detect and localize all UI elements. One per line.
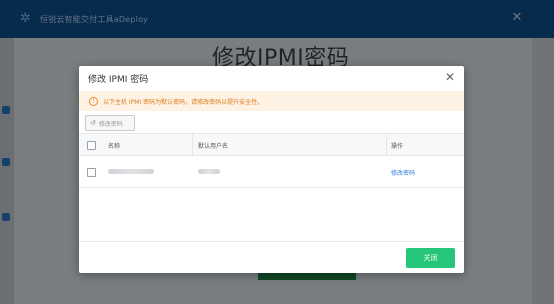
row-checkbox[interactable] <box>87 168 96 177</box>
dialog-header: 修改 IPMI 密码 ✕ <box>79 66 464 90</box>
username-redacted <box>198 169 220 174</box>
modify-ipmi-password-dialog: 修改 IPMI 密码 ✕ ! 以下主机 IPMI 密码为默认密码，请修改密码以提… <box>79 66 464 273</box>
modify-password-link[interactable]: 修改密码 <box>391 168 415 177</box>
host-name-redacted <box>108 169 154 174</box>
column-divider <box>192 134 193 155</box>
column-header-action: 操作 <box>391 143 404 150</box>
hosts-table: 名称 默认用户名 操作 修改密码 <box>79 133 464 188</box>
column-divider <box>386 134 387 155</box>
info-icon: ! <box>89 96 98 106</box>
table-header: 名称 默认用户名 操作 <box>79 133 464 156</box>
column-header-username: 默认用户名 <box>198 143 229 150</box>
refresh-icon: ↺ <box>90 119 96 127</box>
modify-password-toolbar-button[interactable]: ↺ 修改密码 <box>85 115 135 131</box>
modify-password-label: 修改密码 <box>98 120 123 128</box>
close-icon[interactable]: ✕ <box>445 70 455 84</box>
close-button[interactable]: 关闭 <box>406 248 455 268</box>
column-header-name: 名称 <box>108 143 121 150</box>
notice-text: 以下主机 IPMI 密码为默认密码，请修改密码以提升安全性。 <box>103 98 264 106</box>
select-all-checkbox[interactable] <box>87 141 96 150</box>
table-row: 修改密码 <box>79 156 464 188</box>
warning-notice: ! 以下主机 IPMI 密码为默认密码，请修改密码以提升安全性。 <box>79 91 464 111</box>
dialog-title: 修改 IPMI 密码 <box>88 75 149 85</box>
